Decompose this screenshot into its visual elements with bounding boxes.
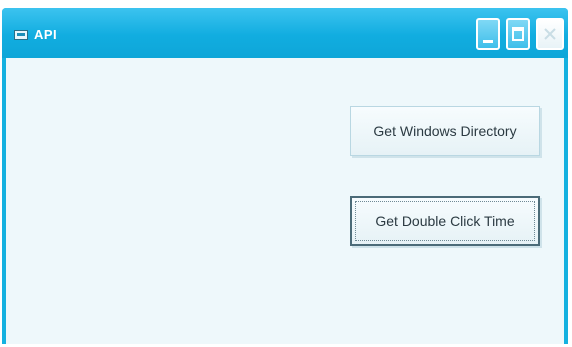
get-windows-directory-button[interactable]: Get Windows Directory bbox=[350, 106, 540, 156]
close-button[interactable] bbox=[536, 18, 564, 50]
get-double-click-time-button[interactable]: Get Double Click Time bbox=[350, 196, 540, 246]
maximize-button[interactable] bbox=[506, 18, 530, 50]
focus-ring bbox=[355, 201, 535, 241]
window-title: API bbox=[34, 27, 58, 42]
get-windows-directory-label: Get Windows Directory bbox=[373, 123, 517, 139]
minimize-icon bbox=[483, 40, 493, 43]
client-area: Get Windows Directory Get Double Click T… bbox=[6, 58, 564, 344]
app-window-icon[interactable] bbox=[14, 30, 28, 40]
app-window: API Get Windows Directory Get Double Cli… bbox=[2, 8, 568, 344]
minimize-button[interactable] bbox=[476, 18, 500, 50]
maximize-icon bbox=[512, 27, 524, 41]
title-bar[interactable]: API bbox=[2, 8, 568, 58]
close-icon bbox=[544, 28, 556, 40]
